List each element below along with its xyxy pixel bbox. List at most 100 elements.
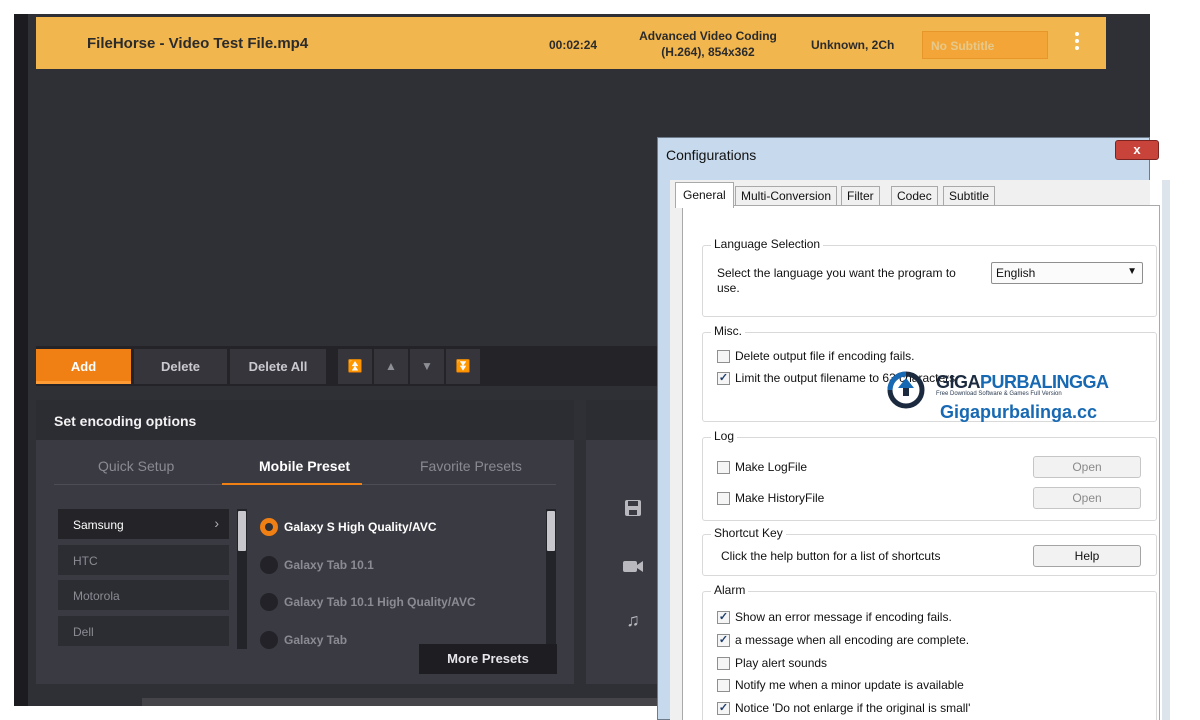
- brand-item-dell[interactable]: Dell: [58, 616, 229, 646]
- dropdown-arrow-icon: ▼: [1127, 266, 1137, 277]
- tab-general[interactable]: General: [675, 182, 734, 208]
- radio-icon: [260, 631, 278, 649]
- shortcut-group-label: Shortcut Key: [711, 526, 786, 540]
- add-button[interactable]: Add: [36, 349, 131, 384]
- chevron-right-icon: ›: [214, 515, 219, 531]
- tab-codec[interactable]: Codec: [891, 186, 938, 206]
- preset-galaxy-tab-10-1[interactable]: Galaxy Tab 10.1: [260, 556, 374, 574]
- language-selected-value: English: [996, 266, 1036, 280]
- open-logfile-button[interactable]: Open: [1033, 456, 1141, 478]
- move-down-icon[interactable]: ▼: [410, 349, 444, 384]
- move-up-icon[interactable]: ▲: [374, 349, 408, 384]
- brand-item-htc[interactable]: HTC: [58, 545, 229, 575]
- file-row[interactable]: FileHorse - Video Test File.mp4 00:02:24…: [36, 17, 1106, 69]
- brand-scrollbar[interactable]: [237, 509, 247, 649]
- close-icon[interactable]: x: [1115, 140, 1159, 160]
- delete-output-checkbox[interactable]: Delete output file if encoding fails.: [717, 349, 914, 364]
- scroll-thumb[interactable]: [547, 511, 555, 551]
- radio-icon: [260, 593, 278, 611]
- music-note-icon[interactable]: ♫: [622, 610, 644, 632]
- make-historyfile-checkbox[interactable]: Make HistoryFile: [717, 491, 824, 506]
- preset-label: Galaxy Tab: [284, 633, 348, 647]
- checkbox-label: Notify me when a minor update is availab…: [735, 678, 964, 692]
- brand-item-motorola[interactable]: Motorola: [58, 580, 229, 610]
- make-logfile-checkbox[interactable]: Make LogFile: [717, 460, 807, 475]
- scroll-thumb[interactable]: [238, 511, 246, 551]
- shortcut-text: Click the help button for a list of shor…: [721, 549, 941, 563]
- tab-mobile-preset[interactable]: Mobile Preset: [259, 458, 350, 474]
- checkbox-label: Delete output file if encoding fails.: [735, 349, 915, 363]
- file-name: FileHorse - Video Test File.mp4: [87, 35, 309, 52]
- open-historyfile-button[interactable]: Open: [1033, 487, 1141, 509]
- watermark-site: Gigapurbalinga.cc: [940, 402, 1098, 422]
- move-top-icon[interactable]: ⏫: [338, 349, 372, 384]
- preset-galaxy-s-hq[interactable]: Galaxy S High Quality/AVC: [260, 518, 436, 536]
- left-edge-bar: [14, 14, 28, 706]
- file-duration: 00:02:24: [549, 38, 598, 52]
- save-icon[interactable]: [622, 498, 644, 520]
- language-select[interactable]: English ▼: [991, 262, 1143, 284]
- checkbox-label: Notice 'Do not enlarge if the original i…: [735, 701, 971, 715]
- alarm-group: Alarm ✓ Show an error message if encoding…: [702, 583, 1157, 720]
- move-bottom-icon[interactable]: ⏬: [446, 349, 480, 384]
- dialog-title: Configurations: [666, 147, 757, 163]
- alert-sounds-checkbox[interactable]: Play alert sounds: [717, 656, 827, 671]
- alarm-group-label: Alarm: [711, 583, 749, 597]
- brand-label: Dell: [73, 625, 94, 639]
- radio-selected-icon: [260, 518, 278, 536]
- checkbox-label: Play alert sounds: [735, 656, 828, 670]
- checkbox-box[interactable]: [717, 350, 730, 363]
- preset-label: Galaxy Tab 10.1: [284, 558, 374, 572]
- tab-favorite-presets[interactable]: Favorite Presets: [420, 458, 522, 474]
- watermark-brand-part2: PURBALINGGA: [980, 372, 1109, 392]
- tab-subtitle[interactable]: Subtitle: [943, 186, 996, 206]
- subtitle-select[interactable]: No Subtitle: [922, 31, 1048, 59]
- preset-galaxy-tab[interactable]: Galaxy Tab: [260, 631, 347, 649]
- error-message-checkbox[interactable]: ✓ Show an error message if encoding fails…: [717, 610, 952, 625]
- log-group-label: Log: [711, 429, 738, 443]
- bottom-status-strip: [142, 698, 692, 706]
- checkbox-label: Make HistoryFile: [735, 491, 825, 505]
- video-camera-icon[interactable]: [622, 556, 644, 578]
- preset-galaxy-tab-10-1-hq[interactable]: Galaxy Tab 10.1 High Quality/AVC: [260, 593, 476, 611]
- brand-label: Samsung: [73, 518, 124, 532]
- tab-filter[interactable]: Filter: [841, 186, 880, 206]
- checkbox-box[interactable]: [717, 492, 730, 505]
- checkbox-label: a message when all encoding are complete…: [735, 633, 970, 647]
- delete-all-button[interactable]: Delete All: [230, 349, 326, 384]
- preset-scrollbar[interactable]: [546, 509, 556, 653]
- file-audio: Unknown, 2Ch: [811, 38, 895, 52]
- checkbox-box[interactable]: ✓: [717, 372, 730, 385]
- watermark-brand: GIGAPURBALINGGA: [936, 372, 1109, 393]
- no-enlarge-checkbox[interactable]: ✓ Notice 'Do not enlarge if the original …: [717, 701, 970, 716]
- more-menu-icon[interactable]: [1070, 32, 1084, 54]
- checkbox-label: Show an error message if encoding fails.: [735, 610, 952, 624]
- general-tab-panel: Language Selection Select the language y…: [682, 205, 1160, 720]
- watermark-brand-part1: GIGA: [936, 372, 981, 392]
- checkbox-label: Make LogFile: [735, 460, 808, 474]
- misc-group-label: Misc.: [711, 324, 745, 338]
- checkbox-box[interactable]: [717, 461, 730, 474]
- log-group: Log Make LogFile Open Make HistoryFile O…: [702, 429, 1157, 521]
- brand-label: HTC: [73, 554, 98, 568]
- radio-icon: [260, 556, 278, 574]
- language-group-label: Language Selection: [711, 237, 824, 251]
- checkbox-box[interactable]: ✓: [717, 702, 730, 715]
- brand-item-samsung[interactable]: Samsung ›: [58, 509, 229, 539]
- help-button[interactable]: Help: [1033, 545, 1141, 567]
- tab-quick-setup[interactable]: Quick Setup: [98, 458, 174, 474]
- complete-message-checkbox[interactable]: ✓ a message when all encoding are complet…: [717, 633, 969, 648]
- encoding-panel-title: Set encoding options: [36, 400, 574, 440]
- checkbox-box[interactable]: ✓: [717, 634, 730, 647]
- checkbox-box[interactable]: [717, 679, 730, 692]
- delete-button[interactable]: Delete: [134, 349, 227, 384]
- checkbox-box[interactable]: ✓: [717, 611, 730, 624]
- minor-update-checkbox[interactable]: Notify me when a minor update is availab…: [717, 678, 964, 693]
- tab-multi-conversion[interactable]: Multi-Conversion: [735, 186, 838, 206]
- more-presets-button[interactable]: More Presets: [419, 644, 557, 674]
- checkbox-box[interactable]: [717, 657, 730, 670]
- dialog-body: General Multi-Conversion Filter Codec Su…: [670, 180, 1160, 720]
- preset-label: Galaxy S High Quality/AVC: [284, 520, 437, 534]
- watermark-tagline: Free Download Software & Games Full Vers…: [936, 391, 1062, 397]
- dialog-scrollbar[interactable]: [1162, 180, 1170, 720]
